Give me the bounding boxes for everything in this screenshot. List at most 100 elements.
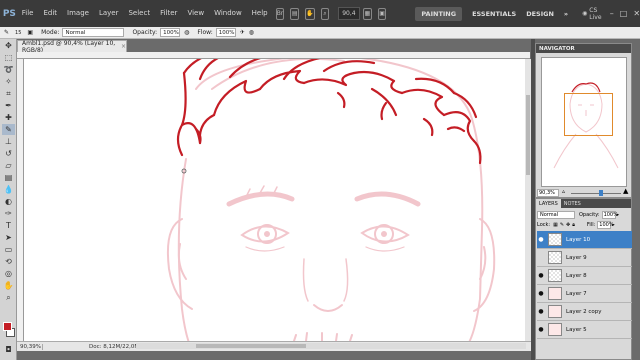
navigator-zoom-slider[interactable] (571, 193, 621, 194)
type-tool-icon[interactable]: T (2, 220, 15, 231)
menu-filter[interactable]: Filter (155, 0, 182, 27)
hand-tool-icon[interactable]: ✋ (305, 7, 315, 20)
brush-size[interactable]: 15 (15, 30, 21, 36)
workspace-painting[interactable]: PAINTING (415, 6, 463, 21)
maximize-icon[interactable]: □ (620, 9, 628, 18)
visibility-eye-icon[interactable]: ● (537, 308, 545, 315)
airbrush-icon[interactable]: ✈ (240, 29, 245, 36)
lock-pixels-icon[interactable]: ✎ (560, 222, 564, 228)
opacity-arrow-icon[interactable]: ▸ (617, 212, 620, 218)
vertical-ruler[interactable] (17, 59, 24, 341)
workspace-essentials[interactable]: ESSENTIALS (472, 10, 516, 18)
navigator-view-box[interactable] (564, 93, 613, 136)
visibility-eye-icon[interactable]: ● (537, 236, 545, 243)
navigator-zoom-knob[interactable] (599, 190, 603, 196)
menu-image[interactable]: Image (62, 0, 94, 27)
brush-tool-icon[interactable]: ✎ (4, 29, 9, 36)
crop-tool-icon[interactable]: ⌗ (2, 88, 15, 99)
menu-window[interactable]: Window (209, 0, 247, 27)
zoom-tool-icon[interactable]: ⌕ (2, 292, 15, 303)
layer-row-layer-5[interactable]: ● Layer 5 (537, 321, 632, 339)
navigator-title[interactable]: NAVIGATOR (536, 44, 631, 53)
layer-row-layer-8[interactable]: ● Layer 8 (537, 267, 632, 285)
layer-row-layer-7[interactable]: ● Layer 7 (537, 285, 632, 303)
cs-live-button[interactable]: ◉ CS Live (582, 7, 602, 21)
quick-select-tool-icon[interactable]: ✧ (2, 76, 15, 87)
path-selection-tool-icon[interactable]: ➤ (2, 232, 15, 243)
zoom-level-field[interactable]: 90,4 (338, 7, 360, 20)
visibility-eye-icon[interactable]: ● (537, 290, 545, 297)
flow-input[interactable]: 100% (215, 28, 236, 37)
fill-input[interactable]: 100% (597, 220, 614, 229)
dodge-tool-icon[interactable]: ◐ (2, 196, 15, 207)
menu-select[interactable]: Select (123, 0, 155, 27)
status-doc-size: Doc: 8,12M/22,0M (89, 343, 140, 350)
workspace-design[interactable]: DESIGN (526, 10, 554, 18)
zoom-out-icon[interactable]: ▵ (562, 188, 565, 195)
horizontal-ruler[interactable] (17, 52, 530, 59)
navigator-zoom-field[interactable]: 90,3% (537, 189, 559, 197)
lasso-tool-icon[interactable]: ➰ (2, 64, 15, 75)
menu-file[interactable]: File (17, 0, 39, 27)
lock-all-icon[interactable]: 🔒︎ (572, 222, 575, 228)
menu-view[interactable]: View (182, 0, 209, 27)
layer-row-layer-10[interactable]: ● Layer 10 (537, 231, 632, 249)
pen-tool-icon[interactable]: ✑ (2, 208, 15, 219)
brush-panel-icon[interactable]: ▣ (27, 29, 33, 36)
blend-mode-select[interactable]: Normal (537, 210, 575, 219)
blur-tool-icon[interactable]: 💧 (2, 184, 15, 195)
shape-tool-icon[interactable]: ▭ (2, 244, 15, 255)
screen-mode-icon[interactable]: ▣ (377, 7, 387, 20)
foreground-color-swatch[interactable] (3, 322, 12, 331)
history-brush-tool-icon[interactable]: ↺ (2, 148, 15, 159)
lock-position-icon[interactable]: ✥ (566, 222, 570, 228)
arrange-documents-icon[interactable]: ▦ (362, 7, 372, 20)
eyedropper-tool-icon[interactable]: ✒ (2, 100, 15, 111)
horizontal-scrollbar[interactable] (136, 343, 526, 349)
zoom-tool-icon[interactable]: ⌕ (320, 7, 330, 20)
bridge-icon[interactable]: Br (275, 7, 285, 20)
layer-opacity-input[interactable]: 100% (601, 210, 618, 219)
layer-row-layer-9[interactable]: Layer 9 (537, 249, 632, 267)
quick-mask-icon[interactable]: ◘ (2, 344, 15, 355)
marquee-tool-icon[interactable]: ⬚ (2, 52, 15, 63)
healing-brush-tool-icon[interactable]: ✚ (2, 112, 15, 123)
layer-thumbnail (548, 305, 562, 318)
clone-stamp-tool-icon[interactable]: ⊥ (2, 136, 15, 147)
vertical-scroll-thumb[interactable] (526, 95, 530, 175)
visibility-eye-icon[interactable]: ● (537, 326, 545, 333)
mode-select[interactable]: Normal (62, 28, 125, 37)
close-icon[interactable]: ✕ (633, 9, 640, 18)
pressure-opacity-icon[interactable]: ◍ (184, 29, 189, 36)
move-tool-icon[interactable]: ✥ (2, 40, 15, 51)
3d-orbit-tool-icon[interactable]: ◎ (2, 268, 15, 279)
hand-tool-icon[interactable]: ✋ (2, 280, 15, 291)
navigator-thumbnail[interactable] (541, 57, 627, 187)
status-zoom[interactable]: 90,39% (17, 343, 43, 350)
document-tab[interactable]: Ambl1.psd @ 90,4% (Layer 10, RGB/8) × (17, 40, 127, 54)
horizontal-scroll-thumb[interactable] (196, 344, 306, 348)
close-document-icon[interactable]: × (121, 43, 126, 50)
opacity-label: Opacity: (132, 29, 158, 36)
minibridge-icon[interactable]: ▤ (290, 7, 300, 20)
layer-row-layer-2-copy[interactable]: ● Layer 2 copy (537, 303, 632, 321)
document-canvas[interactable] (24, 59, 525, 341)
brush-tool-icon[interactable]: ✎ (2, 124, 15, 135)
gradient-tool-icon[interactable]: ▤ (2, 172, 15, 183)
menu-layer[interactable]: Layer (94, 0, 124, 27)
eraser-tool-icon[interactable]: ▱ (2, 160, 15, 171)
zoom-in-icon[interactable]: ▲ (623, 187, 628, 195)
layer-name: Layer 2 copy (566, 308, 602, 315)
minimize-icon[interactable]: – (610, 9, 614, 18)
opacity-input[interactable]: 100% (160, 28, 181, 37)
more-workspaces-button[interactable]: » (564, 10, 568, 18)
3d-rotate-tool-icon[interactable]: ⟲ (2, 256, 15, 267)
lock-transparency-icon[interactable]: ▦ (553, 222, 558, 228)
tab-layers[interactable]: LAYERS (536, 199, 561, 208)
menu-edit[interactable]: Edit (38, 0, 62, 27)
tab-notes[interactable]: NOTES (561, 201, 584, 207)
menu-help[interactable]: Help (247, 0, 273, 27)
visibility-eye-icon[interactable]: ● (537, 272, 545, 279)
pressure-size-icon[interactable]: ◍ (249, 29, 254, 36)
fill-arrow-icon[interactable]: ▸ (612, 222, 615, 228)
